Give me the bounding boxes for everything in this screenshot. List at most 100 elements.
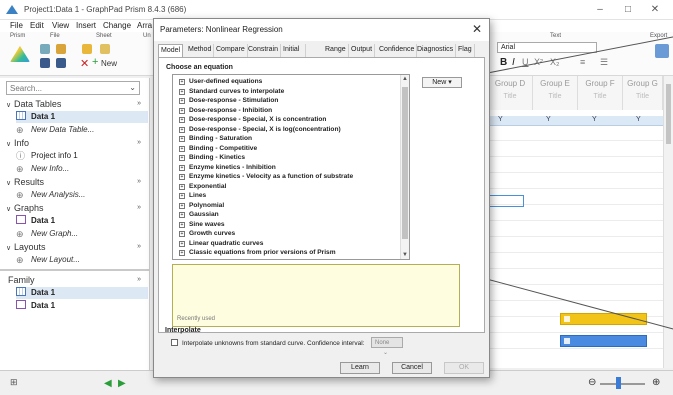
new-project-icon[interactable] — [40, 44, 50, 54]
equation-list[interactable]: + User-defined equations + Standard curves… — [172, 74, 410, 260]
expand-icon[interactable]: + — [179, 240, 185, 247]
nav-new-layout[interactable]: ⊕ New Layout... — [16, 254, 148, 266]
equation-folder[interactable]: + Binding - Saturation — [179, 134, 252, 143]
menu-view[interactable]: View — [52, 21, 69, 30]
expand-icon[interactable]: + — [179, 183, 185, 190]
tab-constrain[interactable]: Constrain — [246, 44, 281, 57]
expand-icon[interactable]: + — [179, 98, 185, 104]
scrollbar-thumb[interactable] — [666, 84, 671, 144]
nav-new-graph[interactable]: ⊕ New Graph... — [16, 228, 148, 240]
collapse-icon[interactable]: » — [137, 100, 141, 107]
floating-note-blue[interactable] — [560, 335, 647, 347]
menu-insert[interactable]: Insert — [76, 21, 96, 30]
family-graph-item[interactable]: Data 1 — [16, 300, 148, 312]
collapse-icon[interactable]: » — [137, 276, 141, 283]
expand-icon[interactable]: + — [179, 174, 185, 180]
equation-folder[interactable]: + Sine waves — [179, 220, 225, 229]
section-info[interactable]: ∨ Info — [6, 138, 29, 148]
tab-compare[interactable]: Compare — [214, 44, 248, 57]
tab-method[interactable]: Method — [186, 44, 215, 57]
nav-data-table-item[interactable]: Data 1 — [16, 111, 148, 123]
column-header[interactable]: Group G Title — [623, 76, 663, 110]
equation-folder[interactable]: + Dose-response - Special, X is log(conce… — [179, 125, 341, 134]
next-sheet-icon[interactable]: ▶ — [118, 378, 126, 389]
interpolate-checkbox[interactable] — [171, 339, 178, 346]
dialog-close-icon[interactable]: ✕ — [472, 22, 482, 36]
tab-flag[interactable]: Flag — [456, 44, 475, 57]
close-window-button[interactable]: ✕ — [646, 3, 664, 17]
prism-home-icon[interactable] — [10, 46, 30, 62]
section-layouts[interactable]: ∨ Layouts — [6, 242, 46, 252]
equation-folder[interactable]: + Growth curves — [179, 229, 235, 238]
expand-icon[interactable]: + — [179, 221, 185, 228]
save-icon[interactable] — [40, 58, 50, 68]
equation-folder[interactable]: + User-defined equations — [179, 77, 262, 86]
expand-icon[interactable]: + — [179, 79, 185, 85]
expand-icon[interactable]: + — [179, 117, 185, 123]
expand-icon[interactable]: + — [179, 126, 185, 133]
sheet-nav-icon[interactable]: ⊞ — [10, 377, 18, 388]
new-equation-dropdown[interactable]: New ▾ — [422, 77, 462, 88]
nav-new-analysis[interactable]: ⊕ New Analysis... — [16, 189, 148, 201]
equation-folder[interactable]: + Binding - Kinetics — [179, 153, 245, 162]
expand-icon[interactable]: + — [179, 107, 185, 114]
scrollbar-thumb[interactable] — [402, 87, 408, 239]
tab-confidence[interactable]: Confidence — [377, 44, 418, 57]
recently-used-box[interactable]: Recently used — [172, 264, 460, 327]
new-sheet-icon[interactable]: + — [92, 56, 98, 68]
column-header[interactable]: Group D Title — [488, 76, 533, 110]
selected-cell[interactable] — [488, 195, 524, 207]
column-header[interactable]: Group F Title — [578, 76, 623, 110]
equation-folder[interactable]: + Classic equations from prior versions o… — [179, 248, 336, 257]
tab-output[interactable]: Output — [349, 44, 376, 57]
navigator-divider[interactable] — [0, 269, 150, 271]
interpolate-option[interactable]: Interpolate unknowns from standard curve… — [171, 339, 364, 347]
expand-icon[interactable]: + — [179, 212, 185, 218]
equation-folder[interactable]: + Dose-response - Special, X is concentra… — [179, 115, 326, 124]
menu-file[interactable]: File — [10, 21, 23, 30]
sparkle-icon[interactable] — [100, 44, 110, 54]
nav-new-info[interactable]: ⊕ New Info... — [16, 163, 148, 175]
save-as-icon[interactable] — [56, 58, 66, 68]
nav-new-data-table[interactable]: ⊕ New Data Table... — [16, 124, 148, 136]
nav-graph-item[interactable]: Data 1 — [16, 215, 148, 227]
tab-model[interactable]: Model — [158, 44, 184, 57]
expand-icon[interactable]: + — [179, 155, 185, 161]
collapse-icon[interactable]: » — [137, 139, 141, 146]
minimize-button[interactable]: – — [591, 3, 609, 17]
confidence-interval-select[interactable]: None ⌄ — [371, 337, 403, 356]
section-data-tables[interactable]: ∨ Data Tables — [6, 99, 61, 109]
expand-icon[interactable]: + — [179, 164, 185, 171]
equation-folder[interactable]: + Gaussian — [179, 210, 219, 219]
equation-list-scrollbar[interactable]: ▲ ▼ — [400, 75, 409, 259]
equation-folder[interactable]: + Exponential — [179, 182, 226, 191]
section-graphs[interactable]: ∨ Graphs — [6, 203, 44, 213]
zoom-slider-thumb[interactable] — [616, 377, 621, 389]
font-name-select[interactable]: Arial — [497, 42, 597, 53]
align-icon[interactable]: ≡ — [580, 57, 585, 67]
export-icon[interactable] — [655, 44, 669, 58]
chevron-down-icon[interactable]: ⌄ — [129, 83, 136, 92]
expand-icon[interactable]: + — [179, 231, 185, 237]
tab-initial-values[interactable]: Initial values — [281, 44, 307, 65]
ok-button[interactable]: OK — [444, 362, 484, 374]
expand-icon[interactable]: + — [179, 202, 185, 209]
maximize-button[interactable]: □ — [619, 3, 637, 17]
family-data-table-item[interactable]: Data 1 — [16, 287, 148, 299]
new-sheet-button[interactable]: New — [101, 59, 117, 68]
tab-diagnostics[interactable]: Diagnostics — [415, 44, 457, 57]
menu-edit[interactable]: Edit — [30, 21, 44, 30]
menu-change[interactable]: Change — [103, 21, 131, 30]
bold-icon[interactable]: B — [500, 57, 507, 68]
scroll-up-icon[interactable]: ▲ — [402, 76, 408, 82]
tab-range[interactable]: Range — [323, 44, 349, 57]
collapse-icon[interactable]: » — [137, 178, 141, 185]
collapse-icon[interactable]: » — [137, 243, 141, 250]
equation-folder[interactable]: + Dose-response - Stimulation — [179, 96, 278, 105]
navigator-search-input[interactable] — [7, 82, 125, 94]
navigator-search[interactable]: ⌄ — [6, 81, 140, 95]
equation-folder[interactable]: + Linear quadratic curves — [179, 239, 263, 248]
delete-sheet-icon[interactable]: ✕ — [80, 57, 89, 70]
zoom-slider[interactable] — [600, 383, 645, 385]
equation-folder[interactable]: + Polynomial — [179, 201, 224, 210]
